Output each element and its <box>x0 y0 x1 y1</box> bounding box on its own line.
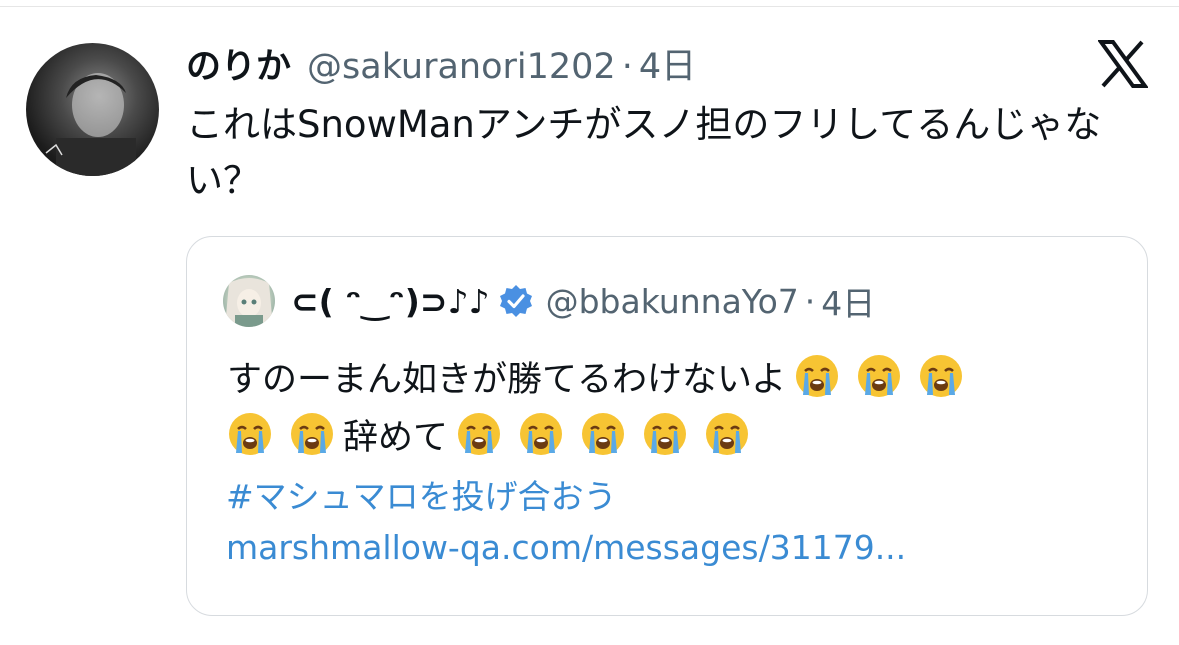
external-url-link[interactable]: marshmallow-qa.com/messages/31179... <box>226 528 1126 567</box>
quoted-display-name[interactable]: ⊂( ᵔ‿ᵔ)⊃♪♪ <box>291 282 490 321</box>
loudly-crying-face-icon <box>520 413 563 455</box>
separator-dot: · <box>621 47 633 87</box>
top-divider <box>0 6 1179 7</box>
user-avatar[interactable] <box>26 43 159 176</box>
loudly-crying-face-icon <box>582 413 625 455</box>
quoted-timestamp[interactable]: 4日 <box>821 277 875 325</box>
quoted-text-part1: すのーまん如きが勝てるわけないよ <box>227 360 787 400</box>
avatar-photo <box>45 73 136 176</box>
loudly-crying-face-icon <box>458 413 501 455</box>
quoted-user-handle[interactable]: @bbakunnaYo7 <box>546 282 799 321</box>
hashtag-link[interactable]: #マシュマロを投げ合おう <box>226 470 1126 518</box>
quoted-separator-dot: · <box>804 281 816 321</box>
quoted-tweet-header: ⊂( ᵔ‿ᵔ)⊃♪♪ @bbakunnaYo7 · 4日 <box>291 275 875 327</box>
tweet-text: これはSnowManアンチがスノ担のフリしてるんじゃない？ <box>186 103 1102 202</box>
loudly-crying-face-icon <box>858 355 901 397</box>
loudly-crying-face-icon <box>229 413 271 455</box>
quoted-avatar-image <box>225 278 273 327</box>
loudly-crying-face-icon <box>706 413 749 455</box>
display-name[interactable]: のりか <box>186 38 291 89</box>
loudly-crying-face-icon <box>291 413 333 455</box>
user-handle[interactable]: @sakuranori1202 <box>307 47 616 87</box>
loudly-crying-face-icon <box>796 355 839 397</box>
x-logo-icon[interactable] <box>1098 40 1148 88</box>
loudly-crying-face-icon <box>920 355 963 397</box>
tweet-header: のりか @sakuranori1202 · 4日 <box>186 38 696 94</box>
quoted-text-part2: 辞めて <box>343 418 449 458</box>
tweet-timestamp[interactable]: 4日 <box>639 38 696 89</box>
quoted-tweet-text: すのーまん如きが勝てるわけないよ辞めて <box>227 351 1127 467</box>
loudly-crying-face-icon <box>644 413 687 455</box>
verified-badge-icon <box>499 285 532 317</box>
quoted-user-avatar[interactable] <box>223 275 275 327</box>
